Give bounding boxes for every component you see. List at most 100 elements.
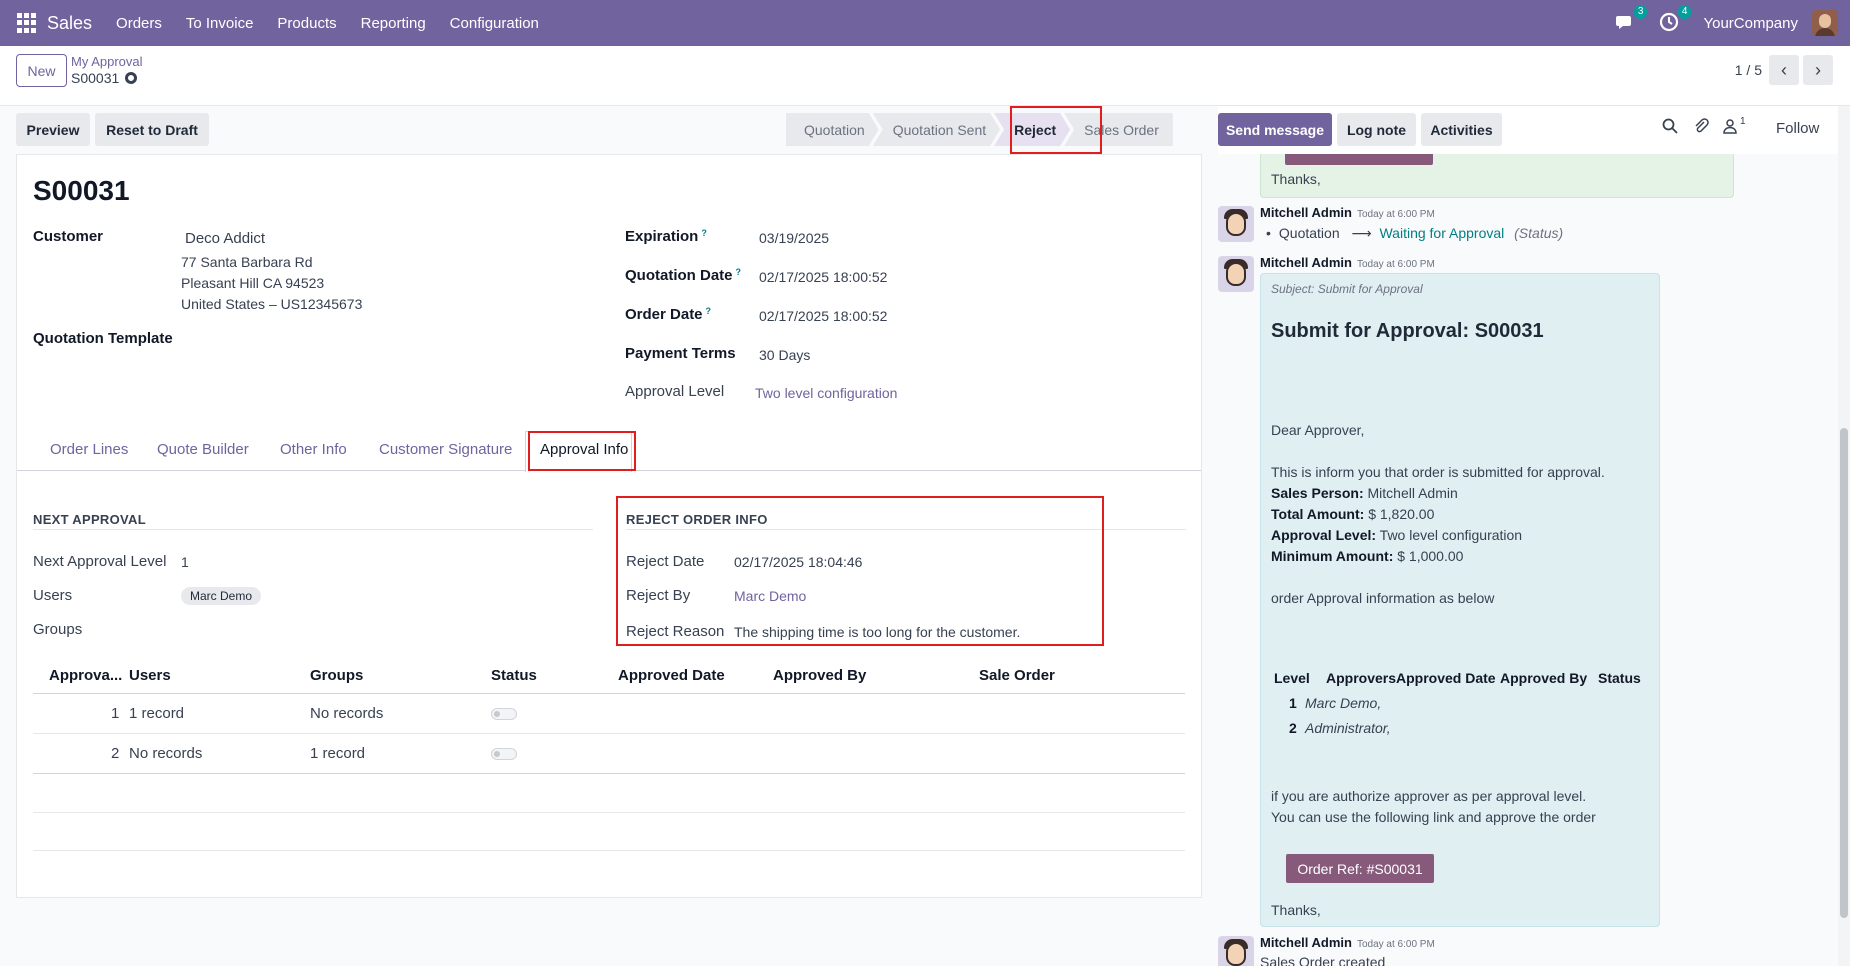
col-status[interactable]: Status [491, 667, 537, 684]
col-sale-order[interactable]: Sale Order [979, 667, 1055, 684]
email-thanks: Thanks, [1271, 902, 1321, 918]
row-users[interactable]: No records [129, 745, 202, 762]
email-total-amount: Total Amount: $ 1,820.00 [1271, 506, 1434, 522]
email-sales-person: Sales Person: Mitchell Admin [1271, 485, 1458, 501]
email-minimum-amount-value: $ 1,000.00 [1397, 548, 1464, 564]
app-name[interactable]: Sales [47, 13, 92, 34]
tab-order-lines[interactable]: Order Lines [50, 441, 128, 458]
author-avatar[interactable] [1218, 206, 1254, 242]
message-time: Today at 6:00 PM [1356, 259, 1435, 270]
tab-other-info[interactable]: Other Info [280, 441, 347, 458]
row-groups[interactable]: No records [310, 705, 383, 722]
help-icon[interactable]: ? [736, 267, 742, 277]
message-author[interactable]: Mitchell Admin Today at 6:00 PM [1260, 255, 1435, 270]
customer-address-line-1: 77 Santa Barbara Rd [181, 254, 313, 270]
menu-products[interactable]: Products [277, 15, 336, 32]
email-col-approved-date: Approved Date [1396, 670, 1496, 686]
chatter-scrollbar[interactable] [1838, 106, 1850, 966]
email-total-amount-label: Total Amount: [1271, 506, 1365, 522]
tab-quote-builder[interactable]: Quote Builder [157, 441, 249, 458]
quotation-date-value[interactable]: 02/17/2025 18:00:52 [759, 269, 887, 285]
tracking-new-value: Waiting for Approval [1379, 225, 1505, 241]
col-approved-by[interactable]: Approved By [773, 667, 866, 684]
email-approval-level-value: Two level configuration [1379, 527, 1523, 543]
search-icon[interactable] [1662, 118, 1678, 139]
help-icon[interactable]: ? [701, 228, 707, 238]
tab-customer-signature[interactable]: Customer Signature [379, 441, 512, 458]
payment-terms-value[interactable]: 30 Days [759, 347, 810, 363]
status-toggle[interactable] [491, 708, 517, 720]
stage-quotation[interactable]: Quotation [786, 113, 879, 146]
email-col-approvers: Approvers [1326, 670, 1397, 686]
col-groups[interactable]: Groups [310, 667, 363, 684]
order-ref-button[interactable]: Order Ref: #S00031 [1286, 854, 1434, 883]
order-date-label: Order Date? [625, 306, 711, 323]
email-row-approvers: Administrator, [1305, 720, 1391, 736]
followers-icon[interactable] [1722, 118, 1738, 139]
pager-next-button[interactable]: › [1803, 55, 1833, 85]
paperclip-icon[interactable] [1693, 118, 1709, 139]
messages-badge: 3 [1633, 5, 1648, 19]
breadcrumb-current: S00031 [71, 70, 138, 86]
message-author[interactable]: Mitchell Admin Today at 6:00 PM [1260, 205, 1435, 220]
author-name: Mitchell Admin [1260, 255, 1352, 270]
order-date-value[interactable]: 02/17/2025 18:00:52 [759, 308, 887, 324]
scrollbar-thumb[interactable] [1840, 428, 1848, 918]
form-sheet: S00031 Customer Deco Addict 77 Santa Bar… [16, 154, 1202, 898]
menu-to-invoice[interactable]: To Invoice [186, 15, 254, 32]
groups-label: Groups [33, 621, 83, 638]
messages-icon[interactable]: 3 [1615, 5, 1648, 34]
activities-button[interactable]: Activities [1421, 113, 1502, 146]
email-row-approvers: Marc Demo, [1305, 695, 1382, 711]
email-subject: Subject: Submit for Approval [1271, 282, 1423, 296]
pager-value[interactable]: 1 / 5 [1735, 62, 1762, 78]
activities-icon[interactable]: 4 [1659, 5, 1692, 34]
breadcrumb-parent[interactable]: My Approval [71, 54, 143, 69]
menu-configuration[interactable]: Configuration [450, 15, 539, 32]
row-groups[interactable]: 1 record [310, 745, 365, 762]
preview-button[interactable]: Preview [16, 113, 90, 146]
author-avatar[interactable] [1218, 936, 1254, 966]
menu-orders[interactable]: Orders [116, 15, 162, 32]
author-avatar[interactable] [1218, 256, 1254, 292]
col-approved-date[interactable]: Approved Date [618, 667, 725, 684]
chatter-thread: Thanks, Mitchell Admin Today at 6:00 PM •… [1218, 154, 1838, 966]
row-divider [33, 850, 1185, 851]
user-avatar[interactable] [1812, 10, 1838, 36]
follow-button[interactable]: Follow [1776, 120, 1819, 137]
email-col-status: Status [1598, 670, 1641, 686]
gear-icon[interactable] [125, 72, 138, 84]
highlight-approval-tab [528, 431, 636, 471]
customer-address-line-2: Pleasant Hill CA 94523 [181, 275, 325, 291]
menu-reporting[interactable]: Reporting [361, 15, 426, 32]
row-level: 2 [111, 745, 120, 762]
send-message-button[interactable]: Send message [1218, 113, 1332, 146]
activities-badge: 4 [1677, 5, 1692, 19]
row-users[interactable]: 1 record [129, 705, 184, 722]
previous-order-button[interactable] [1285, 154, 1433, 165]
message-author[interactable]: Mitchell Admin Today at 6:00 PM [1260, 935, 1435, 950]
customer-label: Customer [33, 228, 104, 245]
pager-previous-button[interactable]: ‹ [1769, 55, 1799, 85]
highlight-reject-info [616, 496, 1104, 646]
reset-to-draft-button[interactable]: Reset to Draft [95, 113, 209, 146]
company-switcher[interactable]: YourCompany [1703, 15, 1798, 32]
stage-quotation-sent[interactable]: Quotation Sent [873, 113, 1000, 146]
email-closing-1: if you are authorize approver as per app… [1271, 788, 1587, 804]
divider [33, 529, 593, 530]
help-icon[interactable]: ? [706, 306, 712, 316]
expiration-value[interactable]: 03/19/2025 [759, 230, 829, 246]
approval-level-link[interactable]: Two level configuration [755, 385, 897, 401]
message-time: Today at 6:00 PM [1356, 939, 1435, 950]
customer-name[interactable]: Deco Addict [185, 230, 265, 247]
new-button[interactable]: New [16, 54, 67, 87]
expiration-label-text: Expiration [625, 228, 699, 245]
col-approval-level[interactable]: Approva... [49, 667, 122, 684]
log-note-button[interactable]: Log note [1337, 113, 1416, 146]
email-info-line: order Approval information as below [1271, 590, 1495, 606]
col-users[interactable]: Users [129, 667, 171, 684]
apps-grid-icon[interactable] [17, 13, 37, 33]
status-toggle[interactable] [491, 748, 517, 760]
user-tag[interactable]: Marc Demo [181, 587, 262, 605]
tracking-field: (Status) [1514, 225, 1564, 241]
